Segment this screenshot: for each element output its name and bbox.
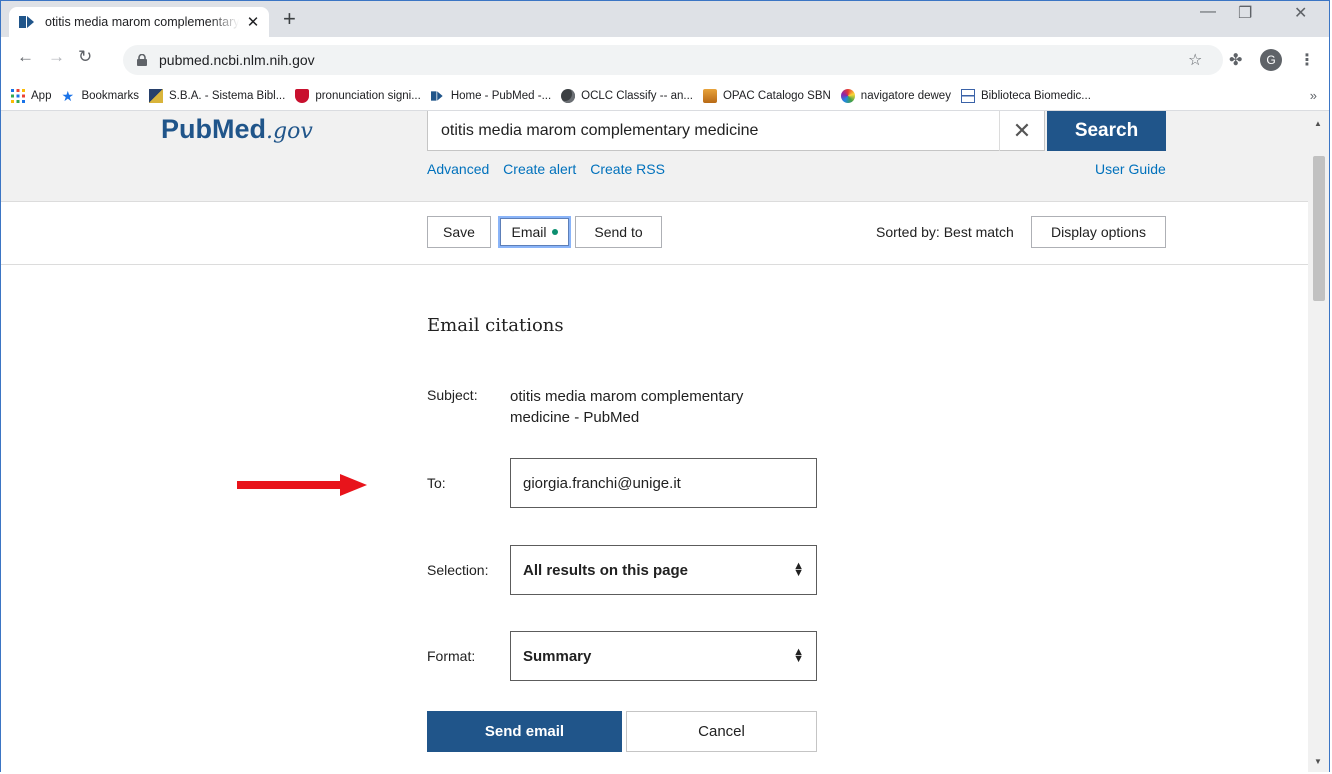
scroll-up-icon[interactable]: ▲ <box>1314 119 1322 128</box>
logo-pub: Pub <box>161 114 212 144</box>
create-rss-link[interactable]: Create RSS <box>590 161 665 177</box>
bookmark-label: OCLC Classify -- an... <box>581 90 693 102</box>
save-label: Save <box>443 224 475 240</box>
browser-menu-icon[interactable]: ⋮ <box>1299 50 1315 70</box>
send-to-button[interactable]: Send to <box>575 216 662 248</box>
send-email-button[interactable]: Send email <box>427 711 622 752</box>
sba-icon <box>149 89 163 103</box>
send-to-label: Send to <box>594 224 643 240</box>
advanced-link[interactable]: Advanced <box>427 161 489 177</box>
pubmed-favicon-icon <box>19 16 34 28</box>
selection-select[interactable]: All results on this page ▲ ▼ <box>510 545 817 595</box>
format-select[interactable]: Summary ▲ ▼ <box>510 631 817 681</box>
extensions-puzzle-icon[interactable]: ✤ <box>1229 50 1242 70</box>
restore-icon[interactable]: ❐ <box>1238 3 1252 23</box>
format-value: Summary <box>523 647 592 665</box>
page-scrollbar[interactable]: ▲ ▼ <box>1308 111 1329 772</box>
opac-icon <box>702 89 717 103</box>
clear-search-icon[interactable]: ✕ <box>999 111 1044 151</box>
pubmed-logo[interactable]: Pub Med .gov <box>161 114 313 145</box>
browser-toolbar: ← → ↻ pubmed.ncbi.nlm.nih.gov ☆ ✤ G ⋮ <box>1 37 1329 82</box>
red-arrow-annotation-icon <box>237 474 367 496</box>
bookmark-biblioteca[interactable]: Biblioteca Biomedic... <box>960 89 1091 103</box>
more-bookmarks-icon[interactable]: » <box>1310 88 1317 103</box>
cambridge-shield-icon <box>295 89 310 103</box>
scrollbar-thumb[interactable] <box>1313 156 1325 301</box>
bookmarks-bar: App ★ Bookmarks S.B.A. - Sistema Bibl...… <box>1 82 1329 111</box>
address-bar[interactable]: pubmed.ncbi.nlm.nih.gov <box>123 45 1223 75</box>
bookmark-opac[interactable]: OPAC Catalogo SBN <box>702 89 831 103</box>
to-email-field[interactable]: giorgia.franchi@unige.it <box>510 458 817 508</box>
email-panel-title: Email citations <box>427 315 564 336</box>
bookmark-pubmed-home[interactable]: Home - PubMed -... <box>430 89 552 103</box>
lock-icon <box>137 54 147 66</box>
selection-label: Selection: <box>427 562 489 578</box>
bookmark-star-icon[interactable]: ☆ <box>1188 50 1202 70</box>
logo-gov: .gov <box>266 119 313 144</box>
pubmed-icon <box>430 91 443 101</box>
bookmark-label: navigatore dewey <box>860 90 951 102</box>
page-viewport: Pub Med .gov otitis media marom compleme… <box>1 111 1308 772</box>
search-input[interactable]: otitis media marom complementary medicin… <box>428 122 999 140</box>
bookmark-apps[interactable]: App <box>11 89 51 103</box>
bookmark-label: Biblioteca Biomedic... <box>980 90 1091 102</box>
results-action-bar: Save Email Send to Sorted by: Best match… <box>1 202 1308 265</box>
globe-icon <box>561 89 576 103</box>
back-arrow-icon[interactable]: ← <box>17 47 34 67</box>
active-dot-icon <box>551 229 558 235</box>
cancel-button[interactable]: Cancel <box>626 711 817 752</box>
save-button[interactable]: Save <box>427 216 491 248</box>
selection-value: All results on this page <box>523 561 689 579</box>
browser-tab[interactable]: otitis media marom complementary medicin… <box>9 7 269 37</box>
display-options-button[interactable]: Display options <box>1031 216 1166 248</box>
email-label: Email <box>511 224 547 240</box>
bookmark-label: OPAC Catalogo SBN <box>722 90 831 102</box>
bookmark-dewey[interactable]: navigatore dewey <box>840 89 951 103</box>
subject-value: otitis media marom complementary medicin… <box>510 388 744 426</box>
window-close-icon[interactable]: ✕ <box>1294 3 1307 23</box>
bookmark-sba[interactable]: S.B.A. - Sistema Bibl... <box>149 89 285 103</box>
bookmark-label: pronunciation signi... <box>315 90 421 102</box>
logo-med: Med <box>212 114 266 144</box>
bookmark-label: Bookmarks <box>81 90 139 102</box>
email-button[interactable]: Email <box>498 216 571 248</box>
pubmed-header: Pub Med .gov otitis media marom compleme… <box>1 111 1308 202</box>
create-alert-link[interactable]: Create alert <box>503 161 576 177</box>
minimize-icon[interactable]: — <box>1200 3 1216 21</box>
profile-avatar[interactable]: G <box>1260 49 1282 71</box>
user-guide-link[interactable]: User Guide <box>1095 161 1166 177</box>
search-button[interactable]: Search <box>1047 111 1166 151</box>
to-label: To: <box>427 475 446 491</box>
sort-label: Sorted by: Best match <box>876 224 1014 240</box>
bookmark-label: S.B.A. - Sistema Bibl... <box>169 90 286 102</box>
format-label: Format: <box>427 648 476 664</box>
search-box[interactable]: otitis media marom complementary medicin… <box>427 111 1045 151</box>
library-icon <box>960 89 975 103</box>
subject-label: Subject: <box>427 387 478 403</box>
reload-icon[interactable]: ↻ <box>78 47 92 67</box>
search-sublinks: Advanced Create alert Create RSS <box>427 161 675 177</box>
new-tab-button[interactable]: + <box>283 8 296 30</box>
bookmark-pronunciation[interactable]: pronunciation signi... <box>295 89 421 103</box>
apps-grid-icon <box>11 89 25 103</box>
tab-title: otitis media marom complementary medicin… <box>45 15 239 29</box>
tab-strip: otitis media marom complementary medicin… <box>1 1 1329 37</box>
url-text: pubmed.ncbi.nlm.nih.gov <box>159 52 315 68</box>
forward-arrow-icon[interactable]: → <box>48 47 65 67</box>
scroll-down-icon[interactable]: ▼ <box>1314 757 1322 766</box>
select-arrows-icon: ▲ ▼ <box>793 560 804 579</box>
tab-close-icon[interactable]: ✕ <box>245 13 261 31</box>
display-options-label: Display options <box>1051 224 1146 240</box>
star-icon: ★ <box>61 88 75 104</box>
dewey-icon <box>840 89 855 103</box>
bookmark-bookmarks[interactable]: ★ Bookmarks <box>61 89 139 103</box>
bookmark-label: App <box>31 90 52 102</box>
bookmark-label: Home - PubMed -... <box>450 90 552 102</box>
select-arrows-icon: ▲ ▼ <box>793 646 804 665</box>
bookmark-oclc[interactable]: OCLC Classify -- an... <box>561 89 693 103</box>
